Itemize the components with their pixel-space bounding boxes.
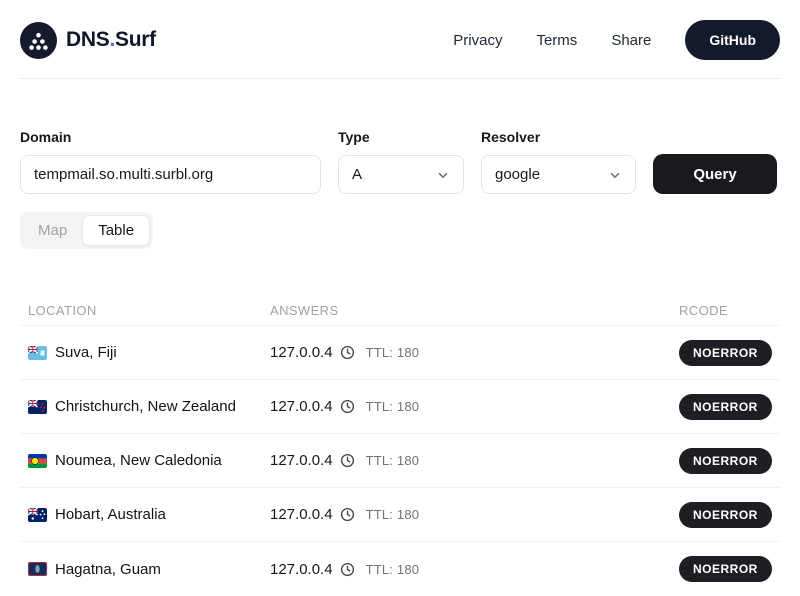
- dns-surf-logo-icon: [20, 22, 57, 59]
- answers-cell: 127.0.0.4 TTL: 180: [270, 398, 679, 415]
- column-header-rcode: Rcode: [679, 303, 780, 318]
- resolver-label: Resolver: [481, 129, 636, 145]
- answer-ttl: TTL: 180: [366, 453, 420, 468]
- answers-cell: 127.0.0.4 TTL: 180: [270, 506, 679, 523]
- resolver-field-group: Resolver google: [481, 129, 636, 194]
- domain-field-group: Domain: [20, 129, 321, 194]
- ttl-clock-icon[interactable]: [340, 453, 355, 468]
- github-button[interactable]: GitHub: [685, 20, 780, 60]
- location-label: Noumea, New Caledonia: [55, 452, 222, 469]
- rcode-badge: NOERROR: [679, 502, 772, 528]
- guam-flag-icon: [28, 562, 47, 576]
- location-cell: Suva, Fiji: [28, 344, 270, 361]
- tab-map[interactable]: Map: [23, 216, 82, 245]
- location-label: Suva, Fiji: [55, 344, 117, 361]
- location-label: Hagatna, Guam: [55, 561, 161, 578]
- answers-cell: 127.0.0.4 TTL: 180: [270, 344, 679, 361]
- resolver-select-value: google: [495, 166, 540, 183]
- rcode-cell: NOERROR: [679, 394, 780, 420]
- location-cell: Hobart, Australia: [28, 506, 270, 523]
- tab-table[interactable]: Table: [82, 215, 150, 246]
- answers-cell: 127.0.0.4 TTL: 180: [270, 452, 679, 469]
- chevron-down-icon: [436, 168, 450, 182]
- nav-link-privacy[interactable]: Privacy: [453, 32, 502, 49]
- table-row: Hobart, Australia 127.0.0.4 TTL: 180 NOE…: [20, 488, 780, 542]
- rcode-badge: NOERROR: [679, 394, 772, 420]
- answer-ttl: TTL: 180: [366, 345, 420, 360]
- rcode-badge: NOERROR: [679, 340, 772, 366]
- answer-ip: 127.0.0.4: [270, 506, 333, 523]
- nav-link-share[interactable]: Share: [611, 32, 651, 49]
- rcode-cell: NOERROR: [679, 502, 780, 528]
- type-label: Type: [338, 129, 464, 145]
- answers-cell: 127.0.0.4 TTL: 180: [270, 561, 679, 578]
- type-select[interactable]: A: [338, 155, 464, 194]
- ttl-clock-icon[interactable]: [340, 562, 355, 577]
- ttl-clock-icon[interactable]: [340, 507, 355, 522]
- type-select-value: A: [352, 166, 362, 183]
- rcode-cell: NOERROR: [679, 448, 780, 474]
- results-table: Location Answers Rcode Suva, Fiji 127.0.…: [20, 295, 780, 596]
- resolver-select[interactable]: google: [481, 155, 636, 194]
- domain-input[interactable]: [20, 155, 321, 194]
- rcode-badge: NOERROR: [679, 556, 772, 582]
- new-caledonia-flag-icon: [28, 454, 47, 468]
- answer-ttl: TTL: 180: [366, 399, 420, 414]
- rcode-cell: NOERROR: [679, 556, 780, 582]
- domain-label: Domain: [20, 129, 321, 145]
- header-divider: [20, 78, 780, 79]
- table-header-row: Location Answers Rcode: [20, 295, 780, 326]
- table-row: Suva, Fiji 127.0.0.4 TTL: 180 NOERROR: [20, 326, 780, 380]
- query-button[interactable]: Query: [653, 154, 777, 194]
- answer-ttl: TTL: 180: [366, 562, 420, 577]
- new-zealand-flag-icon: [28, 400, 47, 414]
- brand-name: DNS.Surf: [66, 28, 156, 52]
- location-label: Hobart, Australia: [55, 506, 166, 523]
- rcode-badge: NOERROR: [679, 448, 772, 474]
- main-nav: Privacy Terms Share GitHub: [453, 20, 780, 60]
- answer-ip: 127.0.0.4: [270, 561, 333, 578]
- ttl-clock-icon[interactable]: [340, 345, 355, 360]
- australia-flag-icon: [28, 508, 47, 522]
- column-header-location: Location: [28, 303, 270, 318]
- ttl-clock-icon[interactable]: [340, 399, 355, 414]
- column-header-answers: Answers: [270, 303, 679, 318]
- type-field-group: Type A: [338, 129, 464, 194]
- view-toggle: Map Table: [20, 212, 153, 249]
- location-label: Christchurch, New Zealand: [55, 398, 236, 415]
- chevron-down-icon: [608, 168, 622, 182]
- answer-ip: 127.0.0.4: [270, 398, 333, 415]
- answer-ttl: TTL: 180: [366, 507, 420, 522]
- location-cell: Christchurch, New Zealand: [28, 398, 270, 415]
- query-form: Domain Type A Resolver google Query: [20, 129, 780, 194]
- table-row: Christchurch, New Zealand 127.0.0.4 TTL:…: [20, 380, 780, 434]
- answer-ip: 127.0.0.4: [270, 452, 333, 469]
- location-cell: Noumea, New Caledonia: [28, 452, 270, 469]
- location-cell: Hagatna, Guam: [28, 561, 270, 578]
- table-row: Hagatna, Guam 127.0.0.4 TTL: 180 NOERROR: [20, 542, 780, 596]
- answer-ip: 127.0.0.4: [270, 344, 333, 361]
- table-row: Noumea, New Caledonia 127.0.0.4 TTL: 180…: [20, 434, 780, 488]
- logo[interactable]: DNS.Surf: [20, 22, 156, 59]
- nav-link-terms[interactable]: Terms: [536, 32, 577, 49]
- fiji-flag-icon: [28, 346, 47, 360]
- rcode-cell: NOERROR: [679, 340, 780, 366]
- header: DNS.Surf Privacy Terms Share GitHub: [0, 0, 800, 78]
